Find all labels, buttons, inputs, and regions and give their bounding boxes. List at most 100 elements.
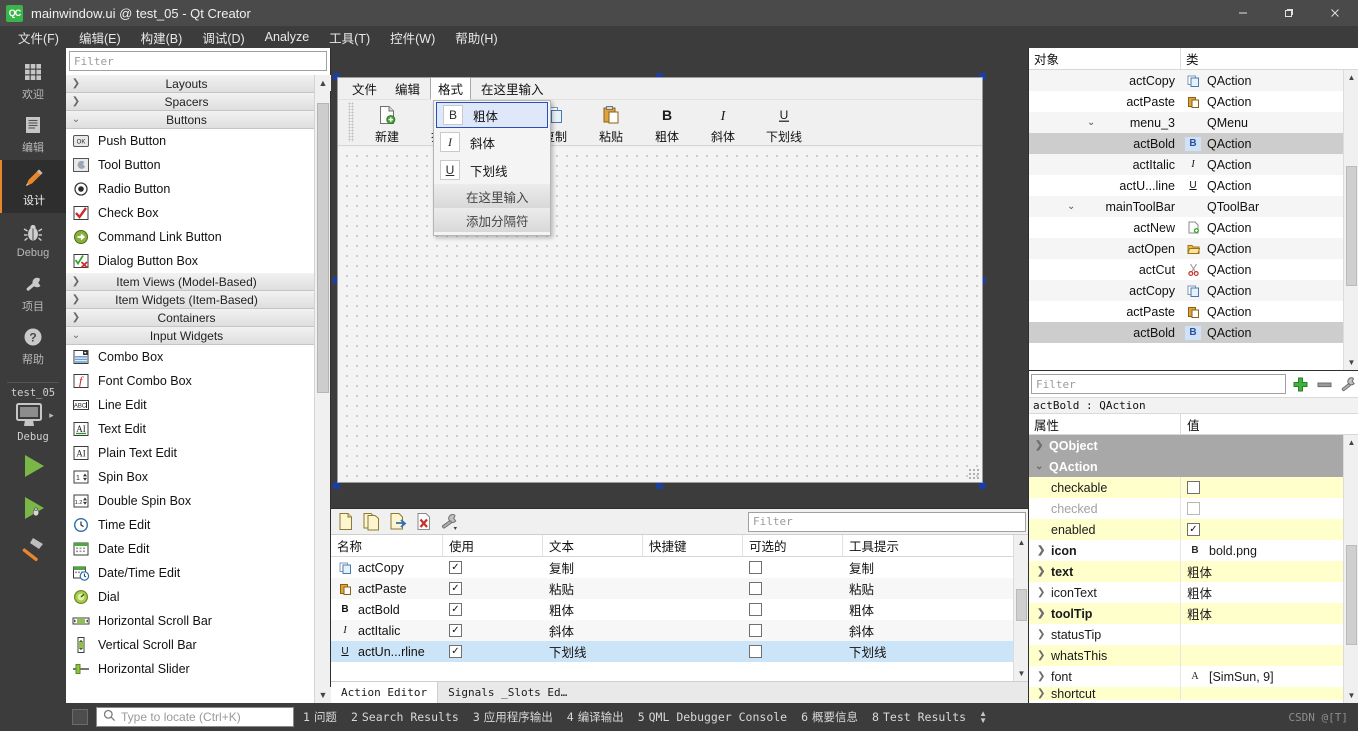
scroll-up-icon[interactable]: ▲ bbox=[315, 75, 331, 91]
locator-input[interactable]: Type to locate (Ctrl+K) bbox=[96, 707, 294, 727]
table-row[interactable]: U actUn...rline ✓ 下划线 下划线 bbox=[331, 641, 1028, 662]
action-editor-filter[interactable]: Filter bbox=[748, 511, 1026, 532]
scroll-thumb[interactable] bbox=[317, 103, 329, 393]
widget-item-date-edit[interactable]: Date Edit bbox=[66, 537, 315, 561]
build-button[interactable] bbox=[0, 529, 66, 571]
scroll-thumb[interactable] bbox=[1346, 545, 1357, 645]
chevron-down-icon[interactable]: ⌄ bbox=[1087, 117, 1095, 128]
property-row-shortcut[interactable]: ❯ shortcut bbox=[1029, 687, 1358, 700]
col-used[interactable]: 使用 bbox=[443, 535, 543, 556]
kit-selector[interactable]: test_05 ▸ Debug bbox=[0, 387, 66, 445]
tree-row[interactable]: actOpen QAction bbox=[1029, 238, 1358, 259]
tree-row[interactable]: actItalic I QAction bbox=[1029, 154, 1358, 175]
scroll-down-icon[interactable]: ▼ bbox=[1344, 355, 1358, 370]
menu-build[interactable]: 构建(B) bbox=[131, 26, 193, 49]
sidebar-toggle-button[interactable] bbox=[72, 709, 88, 725]
checkable-checkbox[interactable] bbox=[749, 561, 762, 574]
sidebar-item-edit[interactable]: 编辑 bbox=[0, 107, 66, 160]
new-action-icon[interactable] bbox=[335, 511, 357, 533]
col-text[interactable]: 文本 bbox=[543, 535, 643, 556]
col-object[interactable]: 对象 bbox=[1029, 48, 1181, 69]
menu-edit[interactable]: 编辑(E) bbox=[69, 26, 131, 49]
table-row[interactable]: B actBold ✓ 粗体 粗体 bbox=[331, 599, 1028, 620]
property-row-whatsthis[interactable]: ❯ whatsThis bbox=[1029, 645, 1358, 666]
chevron-right-icon[interactable]: ❯ bbox=[1037, 608, 1047, 619]
widget-item-push-button[interactable]: OK Push Button bbox=[66, 129, 315, 153]
checkable-checkbox[interactable] bbox=[749, 624, 762, 637]
widget-item-font-combo-box[interactable]: f Font Combo Box bbox=[66, 369, 315, 393]
widget-box-scrollbar[interactable]: ▲ ▼ bbox=[314, 75, 331, 703]
property-row-icontext[interactable]: ❯ iconText 粗体 bbox=[1029, 582, 1358, 603]
output-pane-compile-output[interactable]: 4 编译输出 bbox=[562, 709, 629, 725]
property-row-font[interactable]: ❯ font A [SimSun, 9] bbox=[1029, 666, 1358, 687]
used-checkbox[interactable]: ✓ bbox=[449, 561, 462, 574]
menu-help[interactable]: 帮助(H) bbox=[445, 26, 507, 49]
menu-item-type-here[interactable]: 在这里输入 bbox=[434, 184, 550, 208]
used-checkbox[interactable]: ✓ bbox=[449, 624, 462, 637]
sidebar-item-projects[interactable]: 项目 bbox=[0, 266, 66, 319]
widget-category-buttons[interactable]: ⌄ Buttons bbox=[66, 111, 315, 129]
form-toolbutton-underline[interactable]: U 下划线 bbox=[752, 102, 816, 144]
checked-value-checkbox[interactable] bbox=[1187, 502, 1200, 515]
tree-row[interactable]: actPaste QAction bbox=[1029, 91, 1358, 112]
form-toolbutton-italic[interactable]: I 斜体 bbox=[696, 102, 750, 144]
edit-action-icon[interactable] bbox=[387, 511, 409, 533]
menu-analyze[interactable]: Analyze bbox=[255, 28, 319, 46]
form-canvas[interactable]: 文件 编辑 格式 在这里输入 新建 复制 粘贴 B 粗体 I 斜体 U 下划线 … bbox=[331, 72, 1028, 508]
scroll-down-icon[interactable]: ▼ bbox=[1014, 666, 1029, 681]
widget-item-date-time-edit[interactable]: Date/Time Edit bbox=[66, 561, 315, 585]
maximize-button[interactable] bbox=[1266, 0, 1312, 26]
property-group-qobject[interactable]: ❯ QObject bbox=[1029, 435, 1358, 456]
widget-item-command-link-button[interactable]: Command Link Button bbox=[66, 225, 315, 249]
col-name[interactable]: 名称 bbox=[331, 535, 443, 556]
checkable-checkbox[interactable] bbox=[749, 582, 762, 595]
output-pane-test-results[interactable]: 8 Test Results bbox=[867, 710, 971, 724]
table-row[interactable]: actCopy ✓ 复制 复制 bbox=[331, 557, 1028, 578]
output-pane-search-results[interactable]: 2 Search Results bbox=[346, 710, 464, 724]
widget-item-text-edit[interactable]: AI Text Edit bbox=[66, 417, 315, 441]
scroll-down-icon[interactable]: ▼ bbox=[315, 687, 331, 703]
resize-handle-bottom-left[interactable] bbox=[333, 482, 340, 489]
delete-action-icon[interactable] bbox=[413, 511, 435, 533]
output-pane-problems[interactable]: 1 问题 bbox=[298, 709, 342, 725]
widget-item-radio-button[interactable]: Radio Button bbox=[66, 177, 315, 201]
tree-row[interactable]: ⌄ mainToolBar QToolBar bbox=[1029, 196, 1358, 217]
used-checkbox[interactable]: ✓ bbox=[449, 645, 462, 658]
menu-file[interactable]: 文件(F) bbox=[8, 26, 69, 49]
tree-row[interactable]: actCopy QAction bbox=[1029, 70, 1358, 91]
toolbar-grip[interactable] bbox=[348, 102, 354, 142]
chevron-right-icon[interactable]: ❯ bbox=[1037, 545, 1047, 556]
tree-row[interactable]: actCut QAction bbox=[1029, 259, 1358, 280]
close-button[interactable] bbox=[1312, 0, 1358, 26]
checkable-value-checkbox[interactable] bbox=[1187, 481, 1200, 494]
used-checkbox[interactable]: ✓ bbox=[449, 603, 462, 616]
property-group-qaction[interactable]: ⌄ QAction bbox=[1029, 456, 1358, 477]
widget-item-tool-button[interactable]: Tool Button bbox=[66, 153, 315, 177]
chevron-right-icon[interactable]: ❯ bbox=[1035, 440, 1045, 451]
widget-item-plain-text-edit[interactable]: AI Plain Text Edit bbox=[66, 441, 315, 465]
menu-item-underline[interactable]: U 下划线 bbox=[434, 156, 550, 184]
chevron-down-icon[interactable]: ⌄ bbox=[1035, 461, 1045, 472]
property-row-icon[interactable]: ❯ icon Bbold.png bbox=[1029, 540, 1358, 561]
form-toolbutton-paste[interactable]: 粘贴 bbox=[584, 102, 638, 144]
menu-item-add-separator[interactable]: 添加分隔符 bbox=[434, 208, 550, 232]
checkable-checkbox[interactable] bbox=[749, 603, 762, 616]
chevron-right-icon[interactable]: ❯ bbox=[1037, 629, 1047, 640]
output-pane-qml-debugger[interactable]: 5 QML Debugger Console bbox=[633, 710, 792, 724]
output-pane-overview[interactable]: 6 概要信息 bbox=[796, 709, 863, 725]
form-menu-format[interactable]: 格式 bbox=[430, 77, 472, 100]
table-row[interactable]: actPaste ✓ 粘贴 粘贴 bbox=[331, 578, 1028, 599]
menu-widgets[interactable]: 控件(W) bbox=[380, 26, 445, 49]
property-row-checked[interactable]: checked bbox=[1029, 498, 1358, 519]
widget-item-dial[interactable]: Dial bbox=[66, 585, 315, 609]
widget-box-filter[interactable]: Filter bbox=[69, 51, 327, 71]
widget-item-line-edit[interactable]: ABC Line Edit bbox=[66, 393, 315, 417]
configure-icon[interactable] bbox=[439, 511, 461, 533]
menu-tools[interactable]: 工具(T) bbox=[319, 26, 380, 49]
widget-category-input-widgets[interactable]: ⌄ Input Widgets bbox=[66, 327, 315, 345]
table-row[interactable]: I actItalic ✓ 斜体 斜体 bbox=[331, 620, 1028, 641]
widget-category-item-views[interactable]: ❯ Item Views (Model-Based) bbox=[66, 273, 315, 291]
resize-handle-bottom-right[interactable] bbox=[979, 482, 986, 489]
property-row-checkable[interactable]: checkable bbox=[1029, 477, 1358, 498]
chevron-right-icon[interactable]: ❯ bbox=[1037, 587, 1047, 598]
